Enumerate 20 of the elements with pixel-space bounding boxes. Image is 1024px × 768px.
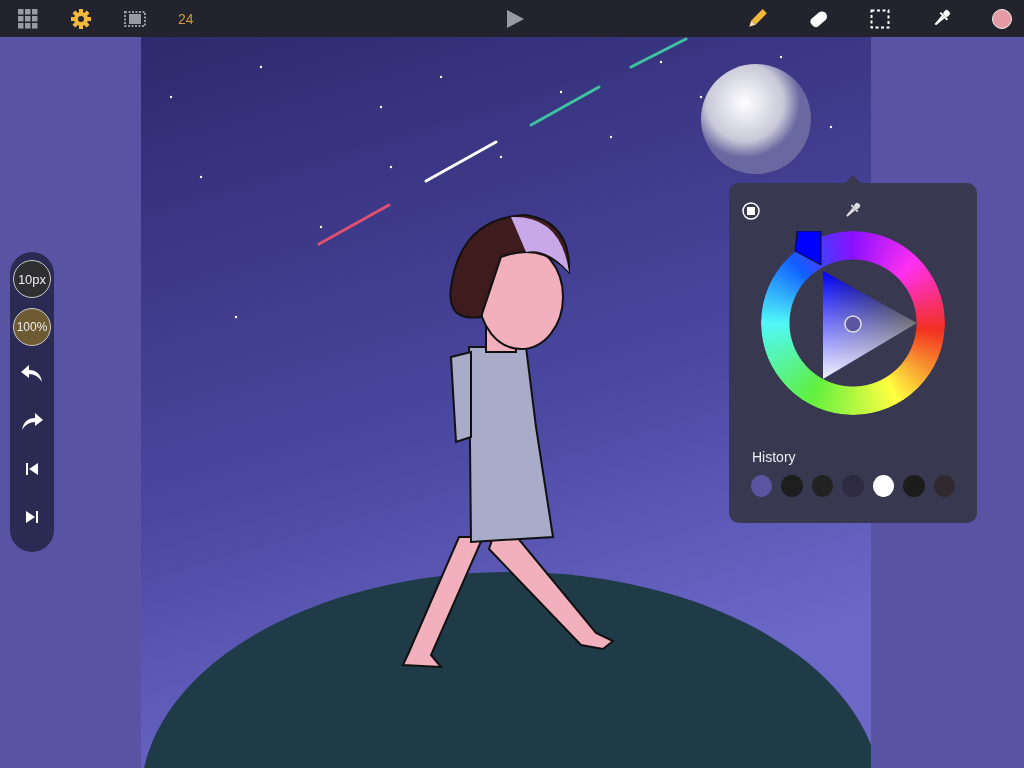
stop-icon[interactable] xyxy=(742,201,760,221)
history-swatch[interactable] xyxy=(933,475,955,497)
grid-menu-icon[interactable] xyxy=(18,8,38,29)
history-swatch[interactable] xyxy=(811,475,834,497)
history-swatch[interactable] xyxy=(781,475,803,497)
selection-icon[interactable] xyxy=(870,8,890,29)
history-swatch[interactable] xyxy=(903,475,925,497)
color-marker[interactable] xyxy=(844,315,862,333)
brush-size-button[interactable]: 10px xyxy=(13,260,51,298)
frame-rate-button[interactable]: 24 xyxy=(178,10,194,27)
history-swatch[interactable] xyxy=(872,475,895,497)
history-swatch[interactable] xyxy=(751,475,773,497)
film-strip-icon[interactable] xyxy=(124,9,146,28)
play-icon[interactable] xyxy=(505,8,525,29)
current-color-swatch[interactable] xyxy=(992,8,1012,29)
pencil-icon[interactable] xyxy=(746,7,768,30)
hue-selector[interactable] xyxy=(794,231,822,266)
opacity-button[interactable]: 100% xyxy=(13,308,51,346)
settings-icon[interactable] xyxy=(70,7,92,30)
history-label: History xyxy=(752,449,796,465)
